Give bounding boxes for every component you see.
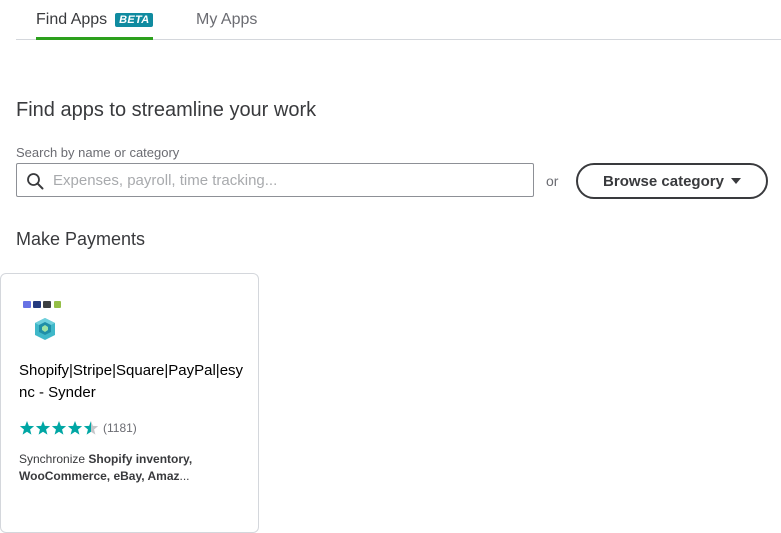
description-ellipsis: ... [179,469,190,483]
star-rating [19,421,99,435]
star-icon [67,421,83,435]
tab-my-apps-label: My Apps [196,10,258,28]
browse-category-button[interactable]: Browse category [576,163,768,199]
star-icon [19,421,35,435]
synder-logo-icon [23,301,61,340]
app-tabs: Find Apps BETA My Apps [16,0,781,40]
search-label: Search by name or category [16,145,180,160]
star-icon [83,421,99,435]
or-separator: or [546,173,559,189]
search-box [16,163,534,197]
browse-category-label: Browse category [603,172,724,190]
tab-my-apps[interactable]: My Apps [196,0,257,39]
tab-find-apps-label: Find Apps [36,10,108,28]
caret-down-icon [730,178,741,184]
active-tab-indicator [36,37,154,40]
star-icon [35,421,51,435]
tab-find-apps[interactable]: Find Apps BETA [36,0,154,40]
search-input[interactable] [53,164,523,196]
app-description: Synchronize Shopify inventory, WooCommer… [19,451,249,485]
beta-badge: BETA [115,12,154,27]
rating-count: (1181) [103,421,137,435]
description-text: Synchronize [19,452,89,466]
star-icon [51,421,67,435]
page-title: Find apps to streamline your work [16,99,317,121]
section-title: Make Payments [16,229,146,249]
app-name: Shopify|Stripe|Square|PayPal|esync - Syn… [19,362,244,401]
app-rating: (1181) [19,420,137,436]
search-icon [27,173,44,190]
app-card[interactable]: Shopify|Stripe|Square|PayPal|esync - Syn… [0,273,259,533]
